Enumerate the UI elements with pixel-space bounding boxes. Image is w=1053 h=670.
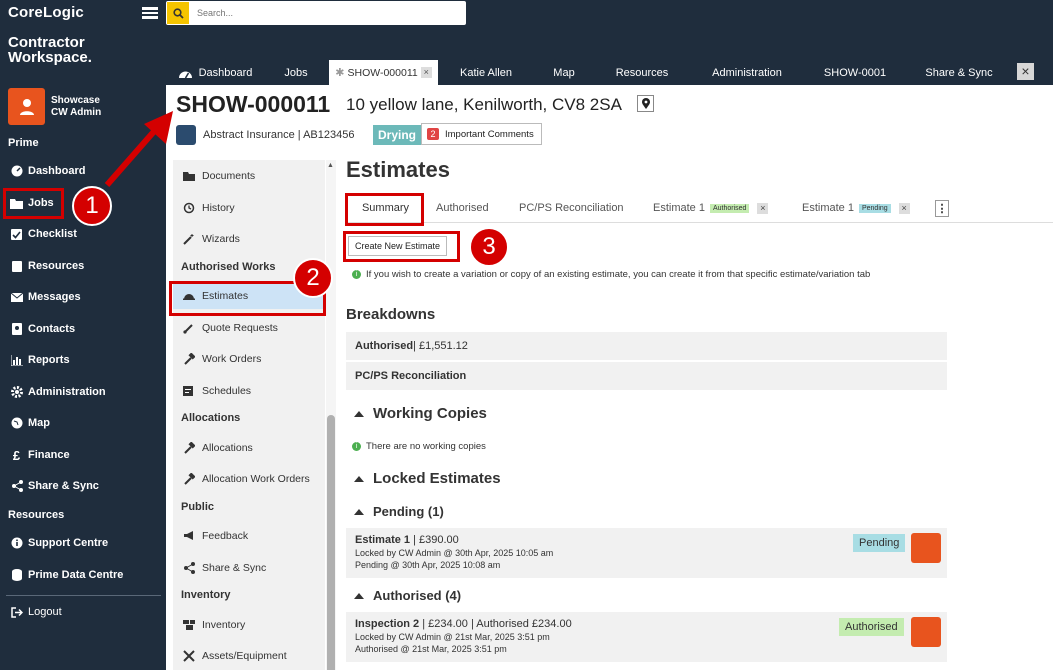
annotation-box-create: [343, 231, 460, 262]
app-root: CoreLogic Contractor Workspace. Showcase C…: [0, 0, 1053, 670]
annotation-number-3: 3: [469, 227, 509, 267]
annotation-number-1: 1: [72, 186, 112, 226]
annotation-arrow: [104, 111, 173, 187]
annotation-number-2: 2: [293, 258, 333, 298]
annotation-box-summary: [345, 193, 424, 226]
